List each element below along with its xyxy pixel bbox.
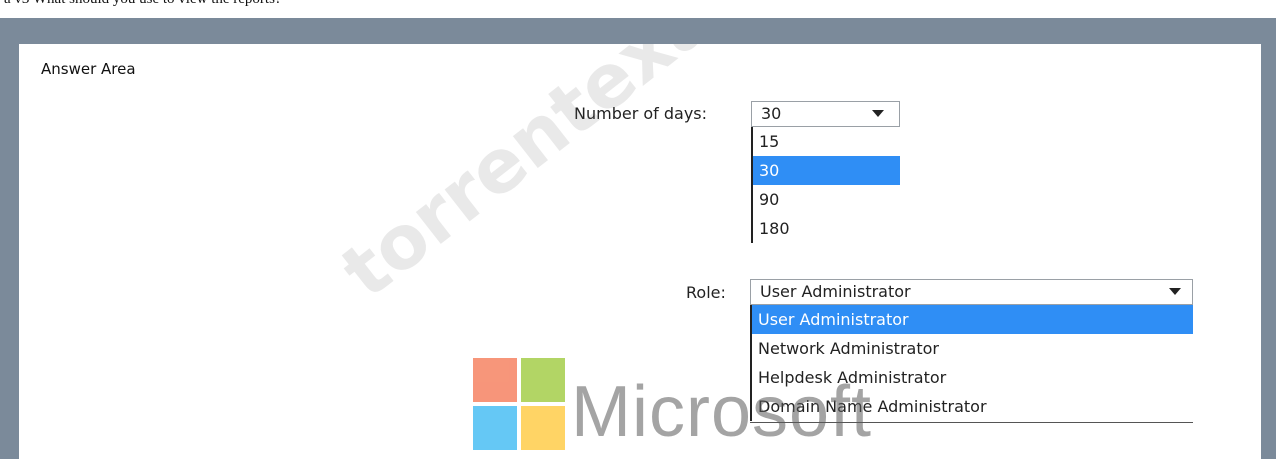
role-option-highlighted[interactable]: User Administrator xyxy=(752,305,1193,334)
logo-square-blue xyxy=(473,406,517,450)
days-label: Number of days: xyxy=(574,104,708,123)
role-selected-value: User Administrator xyxy=(760,282,911,301)
role-label: Role: xyxy=(686,283,726,302)
days-dropdown-list: 15 30 90 180 xyxy=(751,127,900,243)
days-selected-value: 30 xyxy=(761,104,782,123)
header-fragment: a v3 What should you use to view the rep… xyxy=(4,0,282,8)
logo-square-red xyxy=(473,358,517,402)
header-strip: a v3 What should you use to view the rep… xyxy=(0,0,1276,18)
answer-area-panel: Answer Area Number of days: 30 15 30 90 … xyxy=(19,44,1261,460)
answer-area-title: Answer Area xyxy=(41,60,136,78)
logo-square-yellow xyxy=(521,406,565,450)
chevron-down-icon[interactable] xyxy=(1169,288,1181,295)
role-option[interactable]: Network Administrator xyxy=(752,334,1193,363)
logo-square-green xyxy=(521,358,565,402)
days-option[interactable]: 15 xyxy=(753,127,900,156)
days-option[interactable]: 180 xyxy=(753,214,900,243)
microsoft-wordmark: Microsoft xyxy=(571,372,873,452)
days-option-highlighted[interactable]: 30 xyxy=(753,156,900,185)
days-option[interactable]: 90 xyxy=(753,185,900,214)
role-select[interactable]: User Administrator xyxy=(750,279,1193,305)
microsoft-logo-icon xyxy=(473,358,569,454)
chevron-down-icon[interactable] xyxy=(872,110,884,117)
days-select[interactable]: 30 xyxy=(751,101,900,127)
answer-area-frame: Answer Area Number of days: 30 15 30 90 … xyxy=(0,18,1276,460)
